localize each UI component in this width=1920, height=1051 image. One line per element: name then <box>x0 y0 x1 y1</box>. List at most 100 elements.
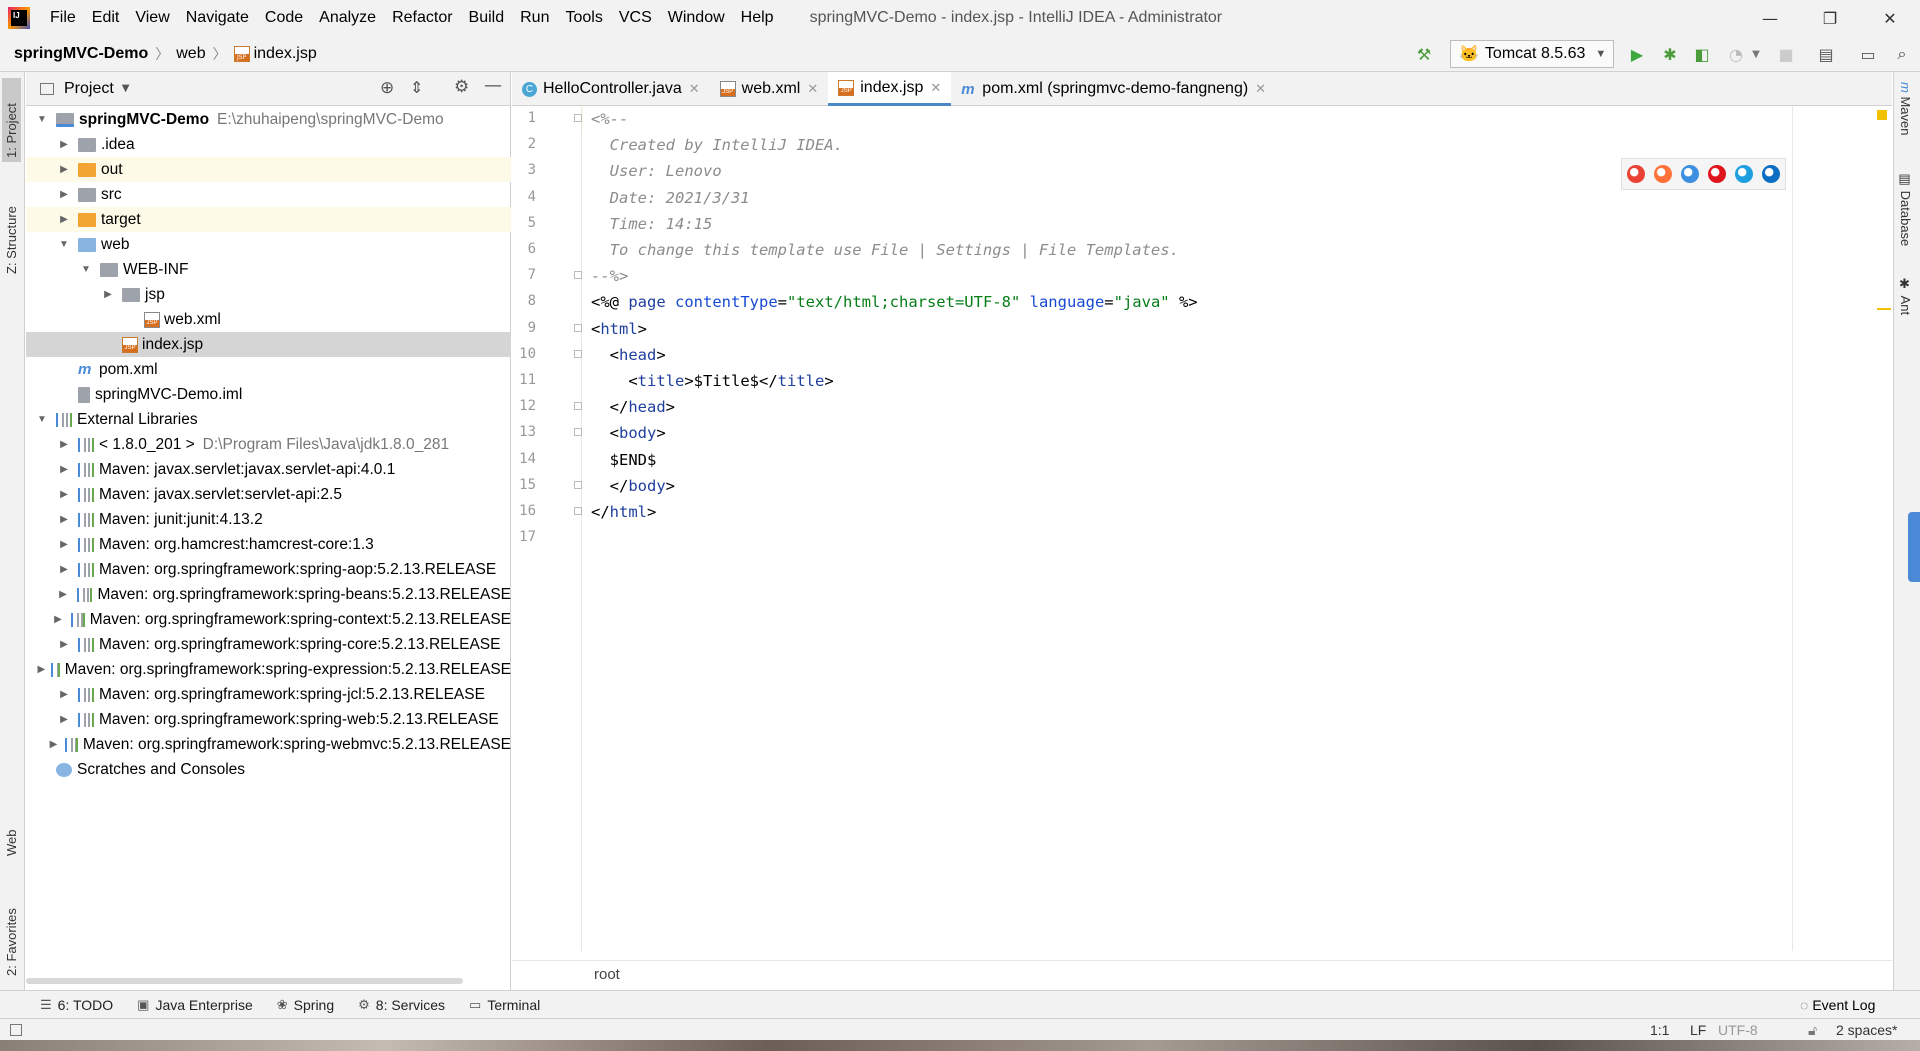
run-icon[interactable]: ▶ <box>1627 44 1647 64</box>
code-line[interactable]: To change this template use File | Setti… <box>591 237 1179 263</box>
chevron-right-icon[interactable]: ▶ <box>56 214 72 225</box>
debug-icon[interactable]: ✱ <box>1660 44 1680 64</box>
close-tab-icon[interactable]: ✕ <box>807 81 818 97</box>
run-configuration-select[interactable]: 🐱 Tomcat 8.5.63 ▼ <box>1450 40 1614 68</box>
chevron-down-icon[interactable]: ▼ <box>56 239 72 250</box>
menu-window[interactable]: Window <box>660 9 733 27</box>
breadcrumb-folder[interactable]: web <box>176 45 205 63</box>
inspection-status-icon[interactable] <box>1877 110 1887 120</box>
fold-marker-icon[interactable] <box>574 507 582 515</box>
tree-item[interactable]: ▶ jsp <box>26 282 511 307</box>
code-line[interactable]: <body> <box>591 420 666 446</box>
fold-marker-icon[interactable] <box>574 114 582 122</box>
project-structure-icon[interactable]: ▤ <box>1816 44 1836 64</box>
tree-item[interactable]: ▼ web <box>26 232 511 257</box>
editor-tab[interactable]: index.jsp ✕ <box>828 72 952 106</box>
fold-marker-icon[interactable] <box>574 402 582 411</box>
close-tab-icon[interactable]: ✕ <box>689 81 700 97</box>
menu-refactor[interactable]: Refactor <box>384 9 460 27</box>
menu-analyze[interactable]: Analyze <box>311 9 384 27</box>
hide-panel-icon[interactable]: — <box>484 75 502 96</box>
tree-item[interactable]: ▶ Maven: org.springframework:spring-aop:5… <box>26 557 511 582</box>
profile-icon[interactable]: ◔ <box>1726 44 1746 64</box>
code-line[interactable]: <head> <box>591 342 666 368</box>
tree-item[interactable]: ▼ WEB-INF <box>26 257 511 282</box>
tree-item[interactable]: ▶ Maven: org.springframework:spring-beans… <box>26 582 511 607</box>
code-line[interactable]: <html> <box>591 316 647 342</box>
warning-marker[interactable] <box>1877 308 1891 310</box>
chevron-right-icon[interactable]: ▶ <box>56 514 72 525</box>
editor-tab[interactable]: m pom.xml (springmvc-demo-fangneng) ✕ <box>951 72 1276 106</box>
restore-button[interactable]: ❐ <box>1800 0 1860 36</box>
fold-marker-icon[interactable] <box>574 428 582 437</box>
locate-icon[interactable]: ⊕ <box>380 78 394 98</box>
tree-item[interactable]: ▶ Maven: org.springframework:spring-expre… <box>26 657 511 682</box>
chevron-right-icon[interactable]: ▶ <box>56 539 72 550</box>
firefox-icon[interactable] <box>1653 165 1672 183</box>
minimize-button[interactable]: — <box>1740 0 1800 36</box>
tool-windows-toggle-icon[interactable] <box>10 1024 22 1036</box>
menu-vcs[interactable]: VCS <box>611 9 660 27</box>
tree-item[interactable]: ▶ Maven: javax.servlet:servlet-api:2.5 <box>26 482 511 507</box>
chevron-right-icon[interactable]: ▶ <box>100 289 116 300</box>
chevron-right-icon[interactable]: ▶ <box>56 564 72 575</box>
bottom-tool-tab[interactable]: ⚙ 8: Services <box>358 997 445 1013</box>
chevron-down-icon[interactable]: ▼ <box>1746 44 1766 64</box>
code-line[interactable]: </head> <box>591 394 675 420</box>
tree-item[interactable]: ▼ springMVC-Demo E:\zhuhaipeng\springMVC-D… <box>26 107 511 132</box>
line-separator[interactable]: LF <box>1690 1022 1706 1038</box>
chevron-right-icon[interactable]: ▶ <box>56 489 72 500</box>
chevron-right-icon[interactable]: ▶ <box>56 189 72 200</box>
tree-item[interactable]: ▶ Maven: junit:junit:4.13.2 <box>26 507 511 532</box>
code-editor[interactable]: <%-- Created by IntelliJ IDEA. User: Len… <box>583 106 1793 951</box>
event-log-tab[interactable]: ◌ Event Log <box>1800 997 1875 1013</box>
tree-item[interactable]: ▶ target <box>26 207 511 232</box>
chevron-down-icon[interactable]: ▼ <box>78 264 94 275</box>
maven-tool-tab[interactable]: m Maven <box>1898 82 1913 135</box>
tree-item[interactable]: web.xml <box>26 307 511 332</box>
bottom-tool-tab[interactable]: ▭ Terminal <box>469 997 540 1013</box>
chevron-right-icon[interactable]: ▶ <box>56 689 72 700</box>
editor-tab[interactable]: C HelloController.java ✕ <box>512 72 710 106</box>
code-line[interactable]: Time: 14:15 <box>591 211 713 237</box>
menu-build[interactable]: Build <box>461 9 513 27</box>
tree-item[interactable]: ▶ Maven: org.springframework:spring-jcl:5… <box>26 682 511 707</box>
tree-item[interactable]: ▶ .idea <box>26 132 511 157</box>
edge-icon[interactable] <box>1762 165 1781 183</box>
tree-item[interactable]: ▶ Maven: org.springframework:spring-core:… <box>26 632 511 657</box>
code-line[interactable]: $END$ <box>591 447 657 473</box>
lock-icon[interactable]: 🔓︎ <box>1808 1022 1817 1039</box>
web-tool-tab[interactable]: Web <box>2 800 21 860</box>
chevron-down-icon[interactable]: ▼ <box>122 83 130 94</box>
fold-marker-icon[interactable] <box>574 349 582 358</box>
code-line[interactable]: Created by IntelliJ IDEA. <box>591 132 843 158</box>
code-line[interactable]: <%@ page contentType="text/html;charset=… <box>591 289 1198 315</box>
menu-tools[interactable]: Tools <box>557 9 610 27</box>
fold-marker-icon[interactable] <box>574 480 582 489</box>
code-line[interactable]: --%> <box>591 263 628 289</box>
chevron-right-icon[interactable]: ▶ <box>56 714 72 725</box>
opera-icon[interactable] <box>1708 165 1727 183</box>
bottom-tool-tab[interactable]: ❀ Spring <box>277 997 334 1013</box>
close-tab-icon[interactable]: ✕ <box>1255 81 1266 97</box>
chevron-right-icon[interactable]: ▶ <box>56 139 72 150</box>
chevron-right-icon[interactable]: ▶ <box>37 664 45 675</box>
database-tool-tab[interactable]: ▤ Database <box>1898 172 1913 246</box>
layout-icon[interactable]: ▭ <box>1858 44 1878 64</box>
code-line[interactable]: <%-- <box>591 106 628 132</box>
tree-item[interactable]: ▼ External Libraries <box>26 407 511 432</box>
code-line[interactable]: Date: 2021/3/31 <box>591 185 750 211</box>
side-scroll-handle[interactable] <box>1908 512 1920 582</box>
safari-icon[interactable] <box>1680 165 1699 183</box>
chevron-down-icon[interactable]: ▼ <box>34 114 50 125</box>
tree-item[interactable]: ▶ Maven: org.springframework:spring-conte… <box>26 607 511 632</box>
tree-item[interactable]: m pom.xml <box>26 357 511 382</box>
code-line[interactable]: </html> <box>591 499 656 525</box>
chevron-right-icon[interactable]: ▶ <box>56 464 72 475</box>
chevron-right-icon[interactable]: ▶ <box>56 639 72 650</box>
fold-marker-icon[interactable] <box>574 323 582 332</box>
menu-run[interactable]: Run <box>512 9 557 27</box>
project-view-label[interactable]: Project <box>64 80 114 98</box>
structure-tool-tab[interactable]: Z: Structure <box>2 182 21 278</box>
close-tab-icon[interactable]: ✕ <box>930 80 941 96</box>
